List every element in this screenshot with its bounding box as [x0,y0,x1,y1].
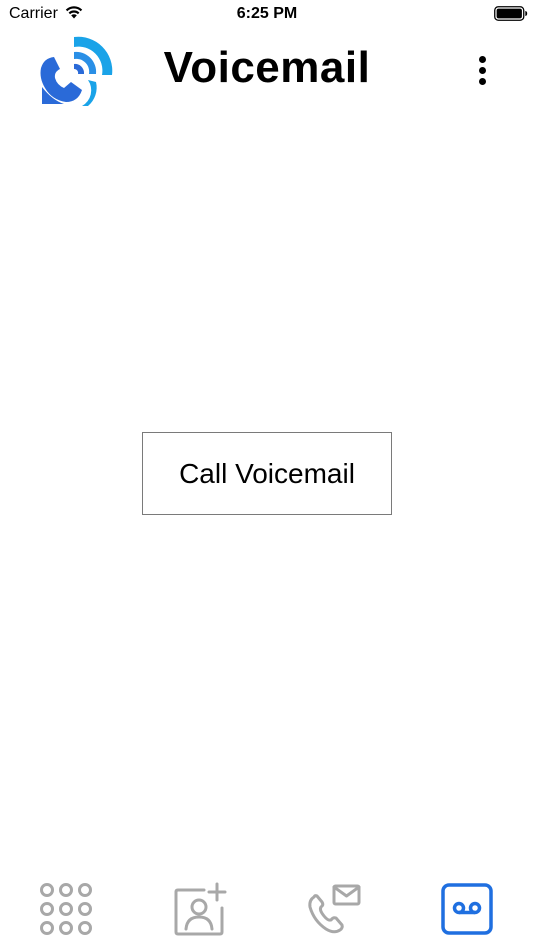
more-vertical-icon-dot [478,66,486,74]
battery-icon [494,6,528,21]
clock-time: 6:25 PM [236,5,298,22]
call-voicemail-label: Call Voicemail [179,457,355,489]
voicemail-icon [441,883,493,935]
screen: Carrier 6:25 PM Voicemail Call Voicemail [0,0,534,950]
status-bar: Carrier 6:25 PM [0,0,534,28]
tab-messages[interactable] [293,866,373,950]
tab-contacts[interactable] [160,866,240,950]
add-contact-icon [174,882,227,936]
tab-keypad[interactable] [27,866,107,950]
phone-message-icon [308,884,361,934]
tab-bar [0,866,534,950]
tab-voicemail[interactable] [427,866,507,950]
page-title: Voicemail [163,43,371,92]
keypad-icon [40,883,92,935]
more-vertical-icon-dot [478,77,486,85]
more-options-button[interactable] [466,50,498,90]
call-voicemail-button[interactable]: Call Voicemail [142,432,392,515]
more-vertical-icon [478,55,486,63]
